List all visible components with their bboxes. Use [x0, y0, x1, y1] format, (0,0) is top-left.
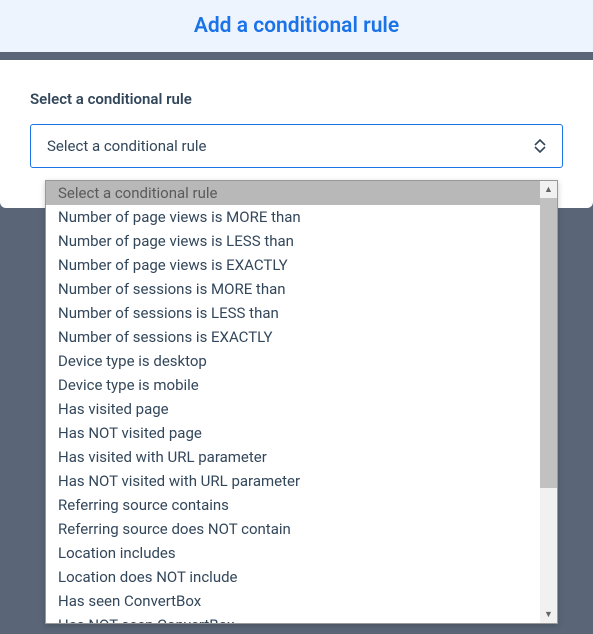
- dropdown-option[interactable]: Referring source contains: [46, 493, 557, 517]
- modal-header: Add a conditional rule: [0, 0, 593, 52]
- dropdown-option[interactable]: Number of page views is LESS than: [46, 229, 557, 253]
- dropdown-option[interactable]: Has visited with URL parameter: [46, 445, 557, 469]
- dropdown-option[interactable]: Has NOT seen ConvertBox: [46, 613, 557, 623]
- scroll-down-icon[interactable]: ▼: [540, 606, 557, 623]
- dropdown-option[interactable]: Location does NOT include: [46, 565, 557, 589]
- dropdown-option[interactable]: Number of sessions is LESS than: [46, 301, 557, 325]
- dropdown-option[interactable]: Referring source does NOT contain: [46, 517, 557, 541]
- dropdown-option[interactable]: Number of page views is MORE than: [46, 205, 557, 229]
- scrollbar-thumb[interactable]: [540, 198, 557, 488]
- dropdown-option[interactable]: Device type is mobile: [46, 373, 557, 397]
- conditional-rule-dropdown: Select a conditional rule Number of page…: [45, 180, 558, 624]
- dropdown-option[interactable]: Has NOT visited page: [46, 421, 557, 445]
- conditional-rule-select[interactable]: Select a conditional rule: [30, 124, 563, 168]
- dropdown-option[interactable]: Number of page views is EXACTLY: [46, 253, 557, 277]
- dropdown-option[interactable]: Select a conditional rule: [46, 181, 557, 205]
- dropdown-option[interactable]: Number of sessions is EXACTLY: [46, 325, 557, 349]
- dropdown-option[interactable]: Device type is desktop: [46, 349, 557, 373]
- scrollbar-track: ▲ ▼: [540, 181, 557, 623]
- select-label: Select a conditional rule: [30, 90, 563, 108]
- dropdown-option[interactable]: Location includes: [46, 541, 557, 565]
- dropdown-options-list: Select a conditional rule Number of page…: [46, 181, 557, 623]
- dropdown-option[interactable]: Number of sessions is MORE than: [46, 277, 557, 301]
- modal-title: Add a conditional rule: [0, 14, 593, 38]
- dropdown-option[interactable]: Has NOT visited with URL parameter: [46, 469, 557, 493]
- select-sort-icon: [534, 139, 546, 153]
- scroll-up-icon[interactable]: ▲: [540, 181, 557, 198]
- select-current-value: Select a conditional rule: [47, 137, 207, 155]
- dropdown-option[interactable]: Has visited page: [46, 397, 557, 421]
- dropdown-option[interactable]: Has seen ConvertBox: [46, 589, 557, 613]
